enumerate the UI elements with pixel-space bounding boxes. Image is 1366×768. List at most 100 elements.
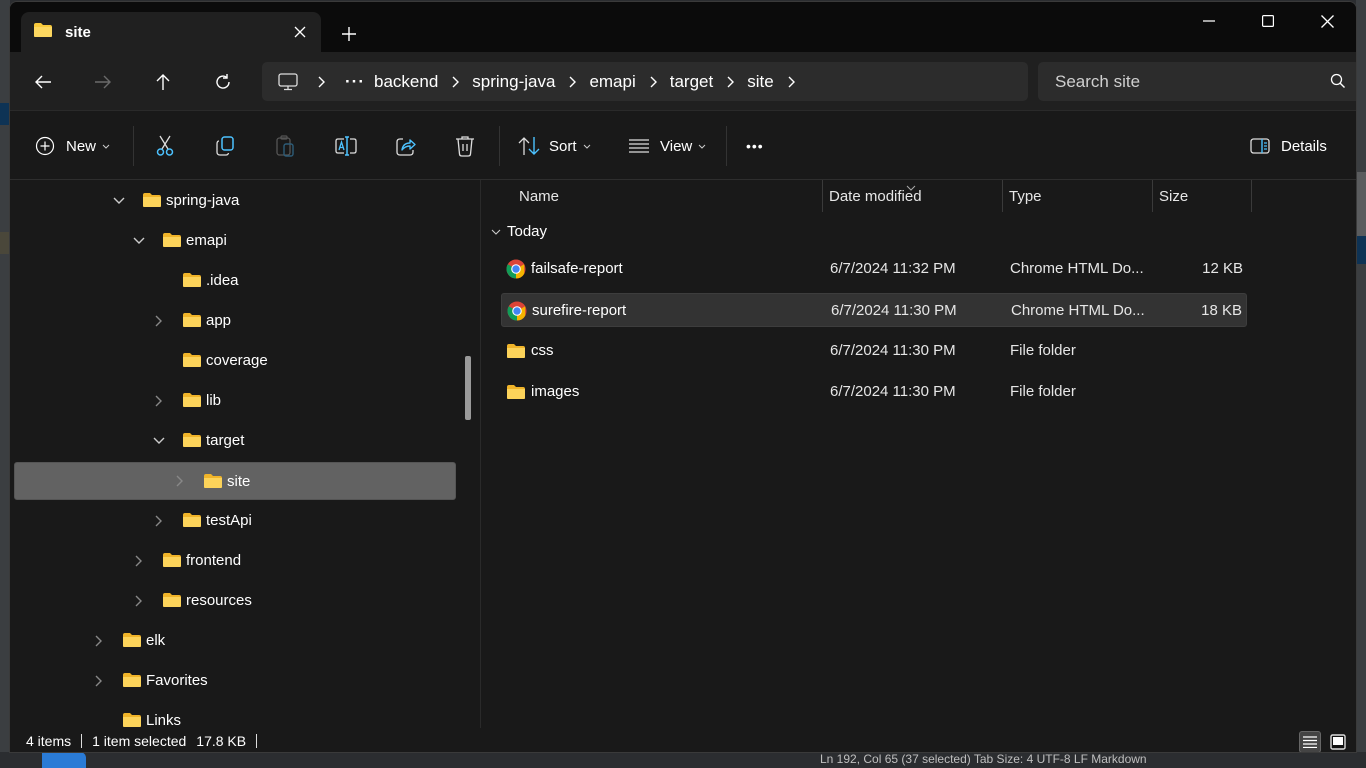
forward-button[interactable]: [83, 66, 123, 98]
arrow-right-icon: [95, 75, 111, 89]
chevron-down-icon: [491, 229, 501, 235]
navigation-pane-scrollbar[interactable]: [465, 356, 471, 420]
file-row[interactable]: css 6/7/2024 11:30 PM File folder: [501, 334, 1247, 368]
column-divider[interactable]: [1251, 180, 1252, 212]
search-input[interactable]: Search site: [1038, 62, 1356, 101]
new-tab-button[interactable]: [334, 20, 364, 48]
chevron-right-icon[interactable]: [173, 474, 187, 488]
cut-button[interactable]: [155, 129, 175, 163]
file-name: css: [531, 342, 554, 359]
breadcrumb-item[interactable]: spring-java: [472, 72, 555, 92]
up-button[interactable]: [143, 66, 183, 98]
more-options-button[interactable]: •••: [746, 129, 764, 163]
tab-site[interactable]: site: [21, 12, 321, 53]
breadcrumb-item[interactable]: emapi: [589, 72, 635, 92]
column-header-date-modified[interactable]: Date modified: [829, 180, 922, 212]
tab-title: site: [65, 24, 91, 41]
breadcrumb-chevron-icon[interactable]: [713, 76, 747, 88]
refresh-button[interactable]: [203, 66, 243, 98]
file-row[interactable]: images 6/7/2024 11:30 PM File folder: [501, 375, 1247, 409]
search-icon[interactable]: [1330, 73, 1346, 94]
copy-button[interactable]: [215, 129, 235, 163]
sidebar-item-frontend[interactable]: frontend: [14, 542, 456, 580]
chevron-right-icon[interactable]: [92, 674, 106, 688]
this-pc-icon[interactable]: [278, 72, 298, 91]
file-size: 18 KB: [1201, 302, 1242, 319]
breadcrumb-chevron-icon[interactable]: [636, 76, 670, 88]
chevron-right-icon[interactable]: [152, 314, 166, 328]
address-bar[interactable]: ··· backend spring-java emapi target sit…: [262, 62, 1028, 101]
breadcrumb-chevron-icon[interactable]: [438, 76, 472, 88]
column-header-size[interactable]: Size: [1159, 180, 1188, 212]
chevron-right-icon[interactable]: [152, 514, 166, 528]
sidebar-item-testapi[interactable]: testApi: [14, 502, 456, 540]
back-button[interactable]: [23, 66, 63, 98]
item-count: 4 items: [26, 733, 72, 749]
breadcrumb-chevron-icon[interactable]: [774, 76, 808, 88]
column-header-type[interactable]: Type: [1009, 180, 1042, 212]
column-divider[interactable]: [822, 180, 823, 212]
rename-button[interactable]: [335, 129, 357, 163]
background-accent: [1356, 172, 1366, 236]
view-label: View: [660, 137, 693, 155]
breadcrumb-item[interactable]: backend: [374, 72, 438, 92]
chevron-right-icon[interactable]: [132, 594, 146, 608]
search-placeholder: Search site: [1055, 71, 1141, 91]
view-button[interactable]: View: [628, 129, 706, 163]
sidebar-item-target[interactable]: target: [14, 422, 456, 460]
delete-button[interactable]: [455, 129, 475, 163]
sidebar-item-label: testApi: [206, 512, 252, 529]
chevron-down-icon[interactable]: [112, 194, 126, 208]
chevron-right-icon[interactable]: [92, 634, 106, 648]
sidebar-item-label: elk: [146, 632, 166, 649]
sidebar-item-coverage[interactable]: coverage: [14, 342, 456, 380]
breadcrumb-chevron-icon[interactable]: [304, 76, 338, 88]
breadcrumb-chevron-icon[interactable]: [555, 76, 589, 88]
file-row[interactable]: failsafe-report 6/7/2024 11:32 PM Chrome H…: [501, 252, 1247, 286]
column-header-name[interactable]: Name: [519, 180, 559, 212]
column-divider[interactable]: [1002, 180, 1003, 212]
file-row[interactable]: surefire-report 6/7/2024 11:30 PM Chrome H…: [501, 293, 1247, 327]
arrow-left-icon: [35, 75, 51, 89]
sidebar-item-idea[interactable]: .idea: [14, 262, 456, 300]
title-bar: site: [10, 2, 1356, 53]
copy-icon: [216, 136, 234, 156]
sidebar-item-links[interactable]: Links: [14, 702, 456, 728]
folder-icon: [122, 712, 142, 728]
close-window-button[interactable]: [1298, 2, 1356, 40]
sidebar-item-app[interactable]: app: [14, 302, 456, 340]
details-button[interactable]: Details: [1250, 129, 1327, 163]
sidebar-item-lib[interactable]: lib: [14, 382, 456, 420]
share-button[interactable]: [395, 129, 417, 163]
folder-icon: [182, 272, 202, 292]
large-icons-view-toggle[interactable]: [1327, 731, 1349, 752]
new-button[interactable]: New: [35, 129, 110, 163]
breadcrumb-overflow[interactable]: ···: [338, 72, 372, 92]
sidebar-item-elk[interactable]: elk: [14, 622, 456, 660]
chevron-down-icon[interactable]: [152, 434, 166, 448]
column-divider[interactable]: [1152, 180, 1153, 212]
details-label: Details: [1281, 137, 1327, 155]
sidebar-item-emapi[interactable]: emapi: [14, 222, 456, 260]
details-view-toggle[interactable]: [1299, 731, 1321, 752]
minimize-button[interactable]: [1180, 2, 1238, 40]
close-tab-icon[interactable]: [287, 20, 313, 44]
file-date-modified: 6/7/2024 11:32 PM: [830, 260, 956, 277]
folder-icon: [506, 384, 526, 404]
chevron-right-icon[interactable]: [132, 554, 146, 568]
sidebar-item-resources[interactable]: resources: [14, 582, 456, 620]
breadcrumb-item[interactable]: target: [670, 72, 713, 92]
sidebar-item-favorites[interactable]: Favorites: [14, 662, 456, 700]
list-view-icon: [629, 139, 649, 153]
sidebar-item-site[interactable]: site: [14, 462, 456, 500]
breadcrumb-item-current[interactable]: site: [747, 72, 773, 92]
folder-icon: [33, 22, 53, 43]
sidebar-item-spring-java[interactable]: spring-java: [14, 182, 456, 220]
chevron-right-icon[interactable]: [152, 394, 166, 408]
maximize-button[interactable]: [1239, 2, 1297, 40]
sort-button[interactable]: Sort: [518, 129, 591, 163]
chevron-down-icon[interactable]: [132, 234, 146, 248]
group-header-today[interactable]: Today: [491, 223, 547, 240]
plus-circle-icon: [35, 136, 55, 156]
paste-button[interactable]: [275, 129, 295, 163]
